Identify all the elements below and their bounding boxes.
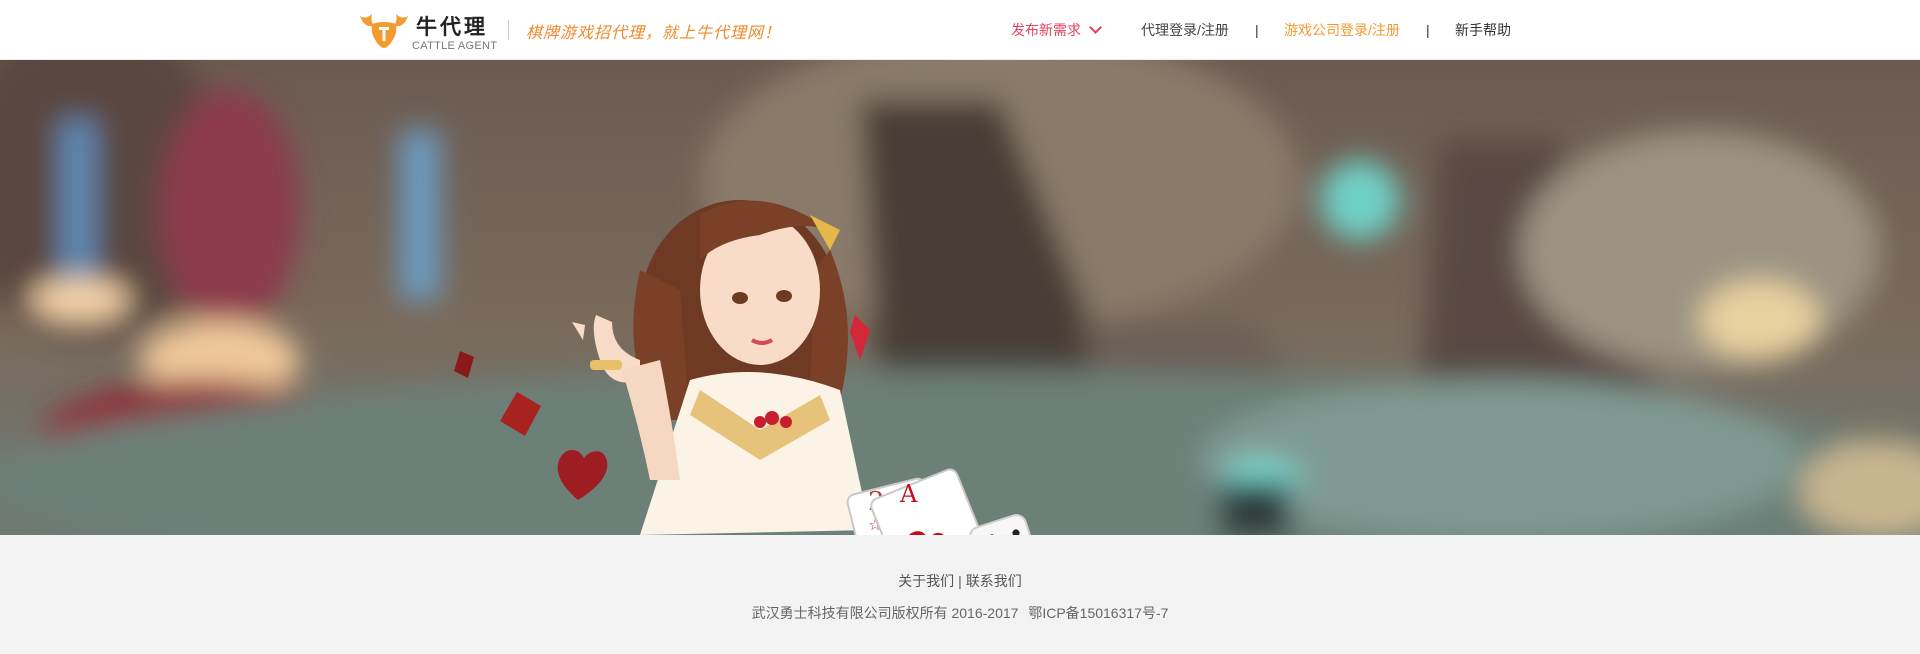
site-logo[interactable]: 牛代理 CATTLE AGENT [358,8,498,54]
card-rank-ace: A [899,480,918,508]
beginner-help-link[interactable]: 新手帮助 [1455,0,1511,60]
footer-links: 关于我们 | 联系我们 [0,571,1920,591]
diamond-icon [454,351,474,378]
playing-card-icon: A [870,468,997,535]
bull-logo-icon [360,14,408,48]
hero-banner: 2 ☆ A [0,60,1920,535]
about-us-link[interactable]: 关于我们 [898,573,954,589]
icp-license: 鄂ICP备15016317号-7 [1028,605,1169,621]
footer-divider: | [958,573,962,589]
chevron-down-icon [1089,21,1102,34]
logo-divider [508,20,509,40]
copyright-line: 武汉勇士科技有限公司版权所有 2016-2017 鄂ICP备15016317号-… [0,603,1920,623]
header-slogan: 棋牌游戏招代理，就上牛代理网！ [526,23,782,42]
banner-illustration: 2 ☆ A [454,200,1039,535]
logo-subtitle: CATTLE AGENT [412,40,498,52]
nav-separator: | [1255,22,1259,38]
dice-icon [969,514,1039,535]
publish-request-menu[interactable]: 发布新需求 [1011,0,1102,60]
agent-login-link[interactable]: 代理登录/注册 [1141,0,1229,60]
logo-name: 牛代理 [416,15,488,39]
nav-separator: | [1426,22,1430,38]
site-footer: 关于我们 | 联系我们 武汉勇士科技有限公司版权所有 2016-2017 鄂ICP备… [0,535,1920,654]
contact-us-link[interactable]: 联系我们 [966,573,1022,589]
company-login-link[interactable]: 游戏公司登录/注册 [1284,0,1400,60]
publish-request-label: 发布新需求 [1011,22,1081,38]
heart-icon [557,449,608,500]
site-header: 牛代理 CATTLE AGENT 棋牌游戏招代理，就上牛代理网！ 发布新需求 代… [0,0,1920,60]
diamond-icon [500,392,541,436]
copyright-text: 武汉勇士科技有限公司版权所有 2016-2017 [751,605,1019,621]
